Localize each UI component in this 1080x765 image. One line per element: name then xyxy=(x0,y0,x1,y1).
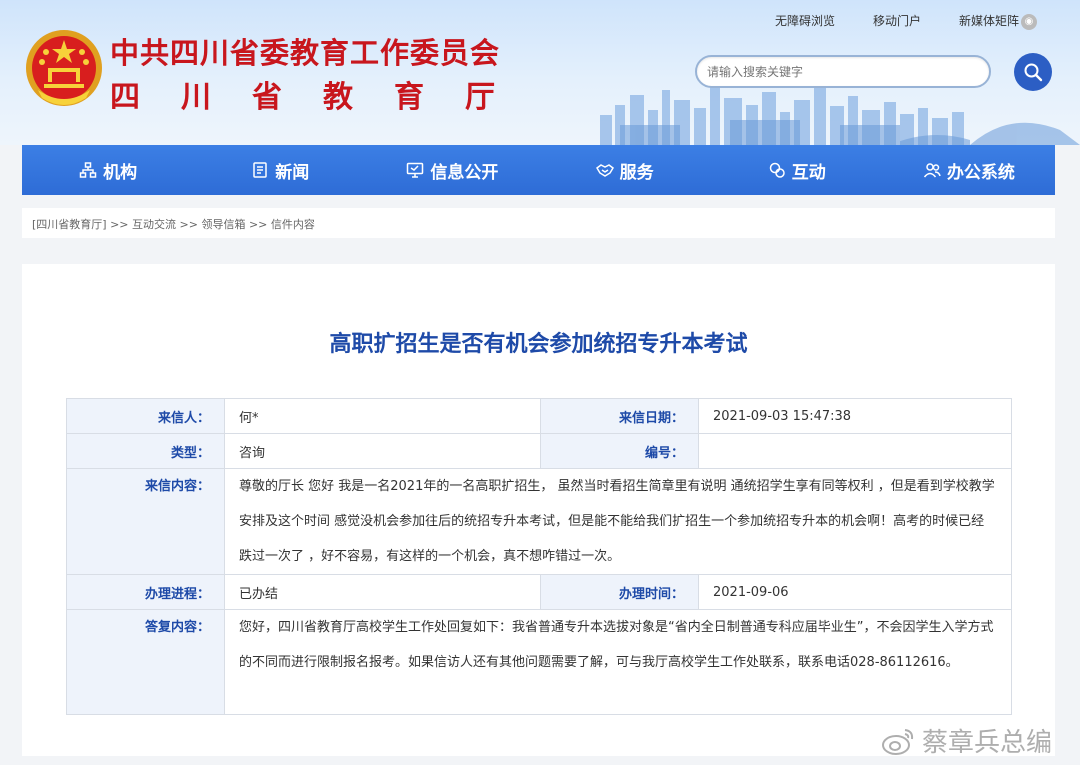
date-value: 2021-09-03 15:47:38 xyxy=(698,398,1012,434)
dept-title-char: 四 xyxy=(110,80,140,115)
monitor-icon xyxy=(407,162,424,178)
breadcrumb-mailbox[interactable]: 领导信箱 xyxy=(201,218,245,231)
site-header: 中共四川省委教育工作委员会 四 川 省 教 育 厅 无障碍浏览 移动门户 新媒体… xyxy=(0,0,1080,145)
nav-item-info[interactable]: 信息公开 xyxy=(366,158,538,183)
breadcrumb-current: 信件内容 xyxy=(270,218,315,231)
search-input[interactable] xyxy=(695,55,991,88)
letter-table: 来信人： 何* 来信日期： 2021-09-03 15:47:38 类型： 咨询… xyxy=(66,398,1012,715)
nav-item-org[interactable]: 机构 xyxy=(22,158,194,183)
reply-value: 您好，四川省教育厅高校学生工作处回复如下：我省普通专升本选拔对象是“省内全日制普… xyxy=(224,609,1012,715)
table-row: 来信人： 何* 来信日期： 2021-09-03 15:47:38 xyxy=(66,398,1012,434)
nav-label: 互动 xyxy=(791,162,826,183)
chat-icon xyxy=(769,162,785,178)
org-chart-icon xyxy=(79,162,97,178)
nav-label: 机构 xyxy=(103,162,138,183)
dept-title-char: 育 xyxy=(394,80,424,115)
news-icon xyxy=(253,162,267,178)
nav-label: 新闻 xyxy=(275,162,310,183)
dept-title: 四 川 省 教 育 厅 xyxy=(110,72,495,116)
reply-label: 答复内容： xyxy=(66,609,225,715)
users-icon xyxy=(923,163,941,178)
letter-panel: 高职扩招生是否有机会参加统招专升本考试 来信人： 何* 来信日期： 2021-0… xyxy=(22,264,1055,756)
handle-time-label: 办理时间： xyxy=(540,574,699,610)
sender-label: 来信人： xyxy=(66,398,225,434)
nav-item-news[interactable]: 新闻 xyxy=(194,158,366,183)
breadcrumb-interaction[interactable]: 互动交流 xyxy=(132,218,176,231)
table-row: 办理进程： 已办结 办理时间： 2021-09-06 xyxy=(66,574,1012,610)
type-value: 咨询 xyxy=(224,433,541,469)
watermark-text: 蔡章兵总编 xyxy=(922,728,1053,758)
mobile-portal-link[interactable]: 移动门户 xyxy=(873,12,921,30)
date-label: 来信日期： xyxy=(540,398,699,434)
weibo-icon xyxy=(882,728,914,755)
accessibility-link[interactable]: 无障碍浏览 xyxy=(775,12,835,30)
breadcrumb: [四川省教育厅] >> 互动交流 >> 领导信箱 >> 信件内容 xyxy=(22,208,1055,238)
handle-time-value: 2021-09-06 xyxy=(698,574,1012,610)
nav-item-office[interactable]: 办公系统 xyxy=(883,158,1055,183)
new-media-link[interactable]: 新媒体矩阵 ◉ xyxy=(959,12,1038,30)
table-row: 类型： 咨询 编号： xyxy=(66,433,1012,469)
breadcrumb-separator: >> xyxy=(179,218,198,231)
dept-title-char: 厅 xyxy=(465,80,495,115)
dept-title-char: 川 xyxy=(181,80,211,115)
number-value xyxy=(698,433,1012,469)
content-label: 来信内容： xyxy=(66,468,225,575)
top-links: 无障碍浏览 移动门户 新媒体矩阵 ◉ xyxy=(775,12,1038,30)
type-label: 类型： xyxy=(66,433,225,469)
table-row: 来信内容： 尊敬的厅长 您好 我是一名2021年的一名高职扩招生， 虽然当时看招… xyxy=(66,468,1012,575)
sender-value: 何* xyxy=(224,398,541,434)
nav-label: 办公系统 xyxy=(946,162,1015,183)
number-label: 编号： xyxy=(540,433,699,469)
dept-title-char: 省 xyxy=(252,80,282,115)
nav-label: 信息公开 xyxy=(430,162,499,183)
search-icon xyxy=(1024,63,1043,82)
nav-item-service[interactable]: 服务 xyxy=(539,158,711,183)
progress-value: 已办结 xyxy=(224,574,541,610)
breadcrumb-separator: >> xyxy=(248,218,268,231)
national-emblem-icon xyxy=(26,30,102,106)
breadcrumb-home[interactable]: [四川省教育厅] xyxy=(32,218,107,231)
nav-item-interact[interactable]: 互动 xyxy=(711,158,883,183)
new-media-icon: ◉ xyxy=(1021,13,1038,30)
watermark: 蔡章兵总编 xyxy=(880,722,1052,759)
search-button[interactable] xyxy=(1014,53,1052,91)
new-media-label: 新媒体矩阵 xyxy=(959,14,1020,28)
org-title: 中共四川省委教育工作委员会 xyxy=(110,36,501,70)
nav-label: 服务 xyxy=(619,162,654,183)
dept-title-char: 教 xyxy=(323,80,353,115)
table-row: 答复内容： 您好，四川省教育厅高校学生工作处回复如下：我省普通专升本选拔对象是“… xyxy=(66,609,1012,715)
content-value: 尊敬的厅长 您好 我是一名2021年的一名高职扩招生， 虽然当时看招生简章里有说… xyxy=(224,468,1012,575)
handshake-icon xyxy=(595,164,614,177)
main-nav: 机构 新闻 信息公开 服务 互动 办公系统 xyxy=(22,145,1055,195)
letter-title: 高职扩招生是否有机会参加统招专升本考试 xyxy=(329,332,748,357)
breadcrumb-separator: >> xyxy=(110,218,129,231)
progress-label: 办理进程： xyxy=(66,574,225,610)
